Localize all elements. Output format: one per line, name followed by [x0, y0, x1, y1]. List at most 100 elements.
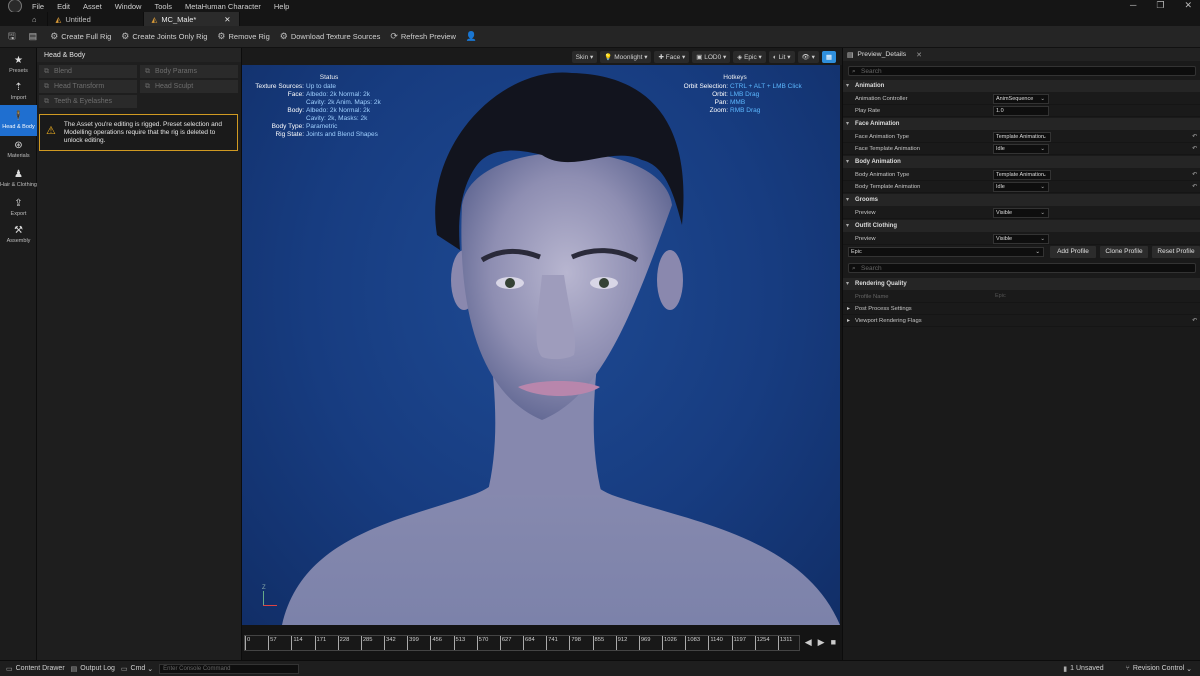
details-search-input[interactable]: ⌕ Search	[848, 66, 1196, 76]
profile-dropdown[interactable]: Epic ⌄	[848, 247, 1044, 257]
remove-rig-icon: ⚙	[217, 31, 226, 41]
show-eye-icon[interactable]: 👁 ▾	[797, 50, 819, 63]
post-process-settings-row[interactable]: ▸ Post Process Settings	[843, 303, 1200, 315]
head-transform-button[interactable]: ⧉ Head Transform	[39, 80, 137, 93]
reset-icon[interactable]: ↶	[1192, 143, 1197, 155]
quality-dropdown[interactable]: ◈ Epic ▾	[733, 50, 766, 63]
rail-export[interactable]: ⇪ Export	[0, 194, 37, 221]
rail-presets[interactable]: ★ Presets	[0, 51, 37, 78]
details-tab[interactable]: ▤ Preview_Details ✕	[843, 48, 1200, 61]
maximize-icon[interactable]: ❐	[1156, 0, 1164, 11]
status-key	[242, 115, 306, 123]
output-log-button[interactable]: ▤ Output Log	[71, 665, 115, 673]
body-params-button[interactable]: ⧉ Body Params	[140, 65, 238, 78]
home-tab[interactable]: ⌂	[0, 12, 48, 26]
reset-profile-button[interactable]: Reset Profile	[1152, 246, 1200, 258]
tab-mc-male[interactable]: ◭ MC_Male* ✕	[143, 12, 240, 26]
console-input[interactable]: Enter Console Command	[159, 663, 300, 674]
rail-assembly[interactable]: ⚒ Assembly	[0, 221, 37, 248]
rail-materials[interactable]: ⊛ Materials	[0, 136, 37, 163]
category-grooms[interactable]: ▾ Grooms	[843, 194, 1200, 206]
revision-icon: ⑂	[1125, 665, 1130, 672]
body-template-animation-dropdown[interactable]: Idle ⌄	[993, 182, 1049, 192]
category-body-animation[interactable]: ▾ Body Animation	[843, 156, 1200, 168]
teeth-eyelashes-button[interactable]: ⧉ Teeth & Eyelashes	[39, 95, 137, 108]
refresh-preview-button[interactable]: ⟳ Refresh Preview	[390, 31, 456, 42]
add-profile-button[interactable]: Add Profile	[1050, 246, 1096, 258]
blend-button[interactable]: ⧉ Blend	[39, 65, 137, 78]
timeline-tick: 741	[546, 636, 558, 650]
grooms-preview-dropdown[interactable]: Visible ⌄	[993, 208, 1049, 218]
play-rate-input[interactable]: 1.0	[993, 106, 1049, 116]
timeline-ruler[interactable]: 0 57 114 171 228 285 342 399 456 513 570 627 684 741 7…	[244, 635, 800, 651]
rail-import[interactable]: ⇡ Import	[0, 78, 37, 105]
create-full-rig-button[interactable]: ⚙ Create Full Rig	[50, 31, 111, 42]
body-params-icon: ⧉	[145, 67, 150, 75]
rail-head-body[interactable]: 🕴 Head & Body	[0, 105, 37, 136]
menu-tools[interactable]: Tools	[154, 2, 172, 11]
stop-icon[interactable]: ■	[831, 637, 836, 648]
face-dropdown[interactable]: ✚ Face ▾	[654, 50, 690, 63]
close-tab-icon[interactable]: ✕	[916, 51, 922, 59]
user-icon[interactable]: 👤	[466, 31, 480, 42]
profile-search-input[interactable]: ⌕ Search	[848, 263, 1196, 273]
hotkey-value: RMB Drag	[730, 107, 761, 114]
warning-icon: ⚠	[46, 125, 56, 137]
lit-dropdown[interactable]: ◐ Lit ▾	[768, 50, 795, 63]
remove-rig-button[interactable]: ⚙ Remove Rig	[217, 31, 269, 42]
body-animation-type-dropdown[interactable]: Template Animation ⌄	[993, 170, 1051, 180]
save-icon[interactable]: 🖫	[8, 29, 19, 45]
dropdown-label: Moonlight	[614, 53, 643, 61]
animation-controller-dropdown[interactable]: AnimSequence ⌄	[993, 94, 1049, 104]
chevron-down-icon: ▾	[846, 197, 850, 203]
skin-dropdown[interactable]: Skin ▾	[571, 50, 598, 63]
reset-icon[interactable]: ↶	[1192, 181, 1197, 193]
search-icon: ⌕	[852, 68, 856, 75]
reset-icon[interactable]: ↶	[1192, 131, 1197, 143]
close-window-icon[interactable]: ✕	[1184, 0, 1192, 11]
category-outfit-clothing[interactable]: ▾ Outfit Clothing	[843, 220, 1200, 232]
play-icon[interactable]: ▶	[818, 637, 825, 648]
outfit-preview-dropdown[interactable]: Visible ⌄	[993, 234, 1049, 244]
category-rendering-quality[interactable]: ▾ Rendering Quality	[843, 278, 1200, 290]
button-label: Teeth & Eyelashes	[54, 98, 112, 105]
menu-metahuman-character[interactable]: MetaHuman Character	[185, 2, 261, 11]
lod-dropdown[interactable]: ▣ LOD0 ▾	[692, 50, 731, 63]
home-icon: ⌂	[32, 14, 37, 24]
revision-control-button[interactable]: ⑂ Revision Control ⌄	[1126, 665, 1192, 673]
category-title: Outfit Clothing	[855, 223, 897, 229]
head-sculpt-button[interactable]: ⧉ Head Sculpt	[140, 80, 238, 93]
menu-asset[interactable]: Asset	[83, 2, 102, 11]
tab-untitled[interactable]: ◭ Untitled	[47, 12, 144, 26]
content-drawer-button[interactable]: ▭ Content Drawer	[6, 665, 65, 673]
close-tab-icon[interactable]: ✕	[224, 15, 230, 24]
category-animation[interactable]: ▾ Animation	[843, 80, 1200, 92]
character-viewport[interactable]: Status Texture Sources: Up to date Face: A…	[242, 65, 840, 625]
unsaved-button[interactable]: ▮ 1 Unsaved	[1063, 665, 1103, 673]
face-template-animation-dropdown[interactable]: Idle ⌄	[993, 144, 1049, 154]
tab-label: MC_Male*	[161, 14, 197, 24]
layout-icon[interactable]: ▦	[821, 50, 836, 63]
browse-icon[interactable]: ▤	[29, 31, 41, 42]
menu-file[interactable]: File	[32, 2, 44, 11]
reset-icon[interactable]: ↶	[1192, 169, 1197, 181]
chevron-down-icon: ▾	[846, 281, 850, 287]
menu-window[interactable]: Window	[115, 2, 142, 11]
menu-help[interactable]: Help	[274, 2, 289, 11]
download-texture-sources-button[interactable]: ⚙ Download Texture Sources	[280, 31, 381, 42]
clone-profile-button[interactable]: Clone Profile	[1100, 246, 1148, 258]
play-reverse-icon[interactable]: ◀	[805, 637, 812, 648]
category-face-animation[interactable]: ▾ Face Animation	[843, 118, 1200, 130]
face-animation-type-dropdown[interactable]: Template Animation ⌄	[993, 132, 1051, 142]
timeline-tick: 1254	[754, 636, 770, 650]
property-row: Preview Visible ⌄	[843, 233, 1200, 245]
status-key	[242, 99, 306, 107]
reset-icon[interactable]: ↶	[1192, 315, 1197, 327]
minimize-icon[interactable]: ─	[1130, 0, 1136, 11]
cmd-dropdown[interactable]: ▭ Cmd ⌄	[121, 665, 153, 673]
lighting-dropdown[interactable]: 💡 Moonlight ▾	[600, 50, 652, 63]
viewport-rendering-flags-row[interactable]: ▸ Viewport Rendering Flags ↶	[843, 315, 1200, 327]
rail-hair-clothing[interactable]: ♟ Hair & Clothing	[0, 163, 37, 194]
create-joints-only-rig-button[interactable]: ⚙ Create Joints Only Rig	[121, 31, 207, 42]
menu-edit[interactable]: Edit	[57, 2, 70, 11]
